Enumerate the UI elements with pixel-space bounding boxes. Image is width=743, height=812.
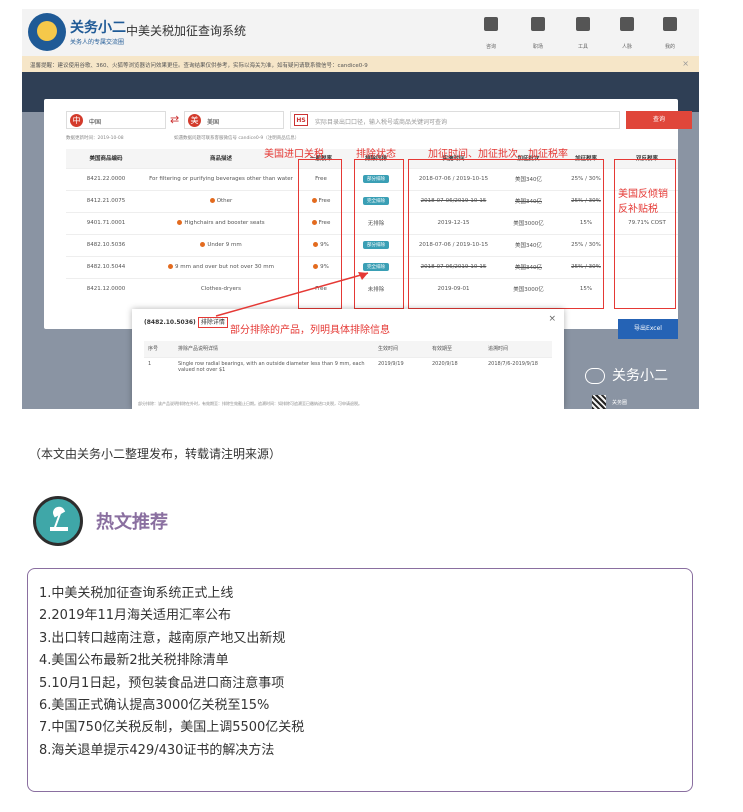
brand-name: 关务小二 [70, 20, 126, 36]
rate-highlight [298, 159, 342, 309]
warning-dot-icon [209, 198, 215, 203]
list-item[interactable]: 3.出口转口越南注意，越南原产地又出新规 [39, 628, 304, 650]
cell-desc: Under 9 mm [146, 233, 296, 256]
cell-code: 8412.21.0075 [66, 189, 146, 212]
update-time: 数据更新时间：2019-10-08 [66, 136, 124, 141]
system-title: 中美关税加征查询系统 [126, 24, 247, 38]
modal-title: (8482.10.5036) 排除详情 [144, 317, 228, 328]
time-highlight [408, 159, 604, 309]
recommend-list: 1.中美关税加征查询系统正式上线 2.2019年11月海关适用汇率公布 3.出口… [39, 583, 304, 762]
watermark-small: 关务圈 [612, 400, 628, 406]
logo-icon [28, 13, 66, 51]
time-annotation: 加征时间、加征批次、加征税率 [428, 149, 568, 160]
cell-desc: Highchairs and booster seats [146, 211, 296, 234]
qr-code-icon [592, 395, 606, 409]
modal-footnote: 部分排除：该产品说明排除在外时，有效期至：排除生效截止日期。追溯时间：如排除可追… [138, 401, 362, 406]
user-icon [663, 17, 677, 31]
cvd-annotation: 美国反倾销反补贴税 [618, 189, 668, 215]
nav-contacts[interactable]: 人脉 [609, 15, 645, 51]
cell-code: 8421.12.0000 [66, 277, 146, 300]
notice-text: 温馨提醒：建议使用谷歌、360、火狐等浏览器访问效果更佳。查询结果仅供参考，实际… [30, 63, 368, 69]
rate-annotation: 美国进口关税 [264, 149, 324, 160]
partial-annotation: 部分排除的产品，列明具体排除信息 [230, 325, 390, 336]
watermark: 关务小二 [612, 368, 668, 384]
recommend-title: 热文推荐 [96, 512, 168, 533]
list-item[interactable]: 4.美国公布最新2批关税排除清单 [39, 650, 304, 672]
cell-code: 9401.71.0001 [66, 211, 146, 234]
table-row: 1 Single row radial bearings, with an ou… [144, 356, 552, 376]
cell-code: 8482.10.5036 [66, 233, 146, 256]
query-button[interactable]: 查询 [626, 111, 692, 129]
export-excel-button[interactable]: 导出Excel [618, 319, 678, 339]
exclusion-highlight [354, 159, 404, 309]
wechat-icon [585, 368, 605, 384]
exclusion-annotation: 排除状态 [356, 149, 396, 160]
nav-me[interactable]: 我的 [652, 15, 688, 51]
list-item[interactable]: 1.中美关税加征查询系统正式上线 [39, 583, 304, 605]
contact-note: 如遇数据问题可联系客服微信号 candice0-9（注明商品信息） [174, 136, 300, 141]
dest-select[interactable]: 美 美国 [184, 111, 284, 129]
close-icon[interactable]: × [682, 59, 689, 68]
nav-tools[interactable]: 工具 [565, 15, 601, 51]
screenshot-area: 关务小二 关务人的专属交流圈 中美关税加征查询系统 咨询 职场 工具 人脉 我的… [22, 9, 699, 409]
cell-code: 8421.22.0000 [66, 167, 146, 190]
list-item[interactable]: 2.2019年11月海关适用汇率公布 [39, 605, 304, 627]
list-item[interactable]: 5.10月1日起，预包装食品进口商注意事项 [39, 673, 304, 695]
nav-jobs[interactable]: 职场 [520, 15, 556, 51]
hs-search-input[interactable]: HS 实际目录出口口径，输入税号或商品关键词可查询 [290, 111, 620, 129]
top-bar: 关务小二 关务人的专属交流圈 中美关税加征查询系统 咨询 职场 工具 人脉 我的 [22, 9, 699, 57]
list-item[interactable]: 6.美国正式确认提高3000亿关税至15% [39, 695, 304, 717]
cell-desc: 9 mm and over but not over 30 mm [146, 255, 296, 278]
hs-tag: HS [294, 114, 308, 126]
cell-desc: Other [146, 189, 296, 212]
origin-select[interactable]: 中 中国 [66, 111, 166, 129]
people-icon [620, 17, 634, 31]
dest-flag-icon: 美 [188, 114, 201, 127]
tools-icon [576, 17, 590, 31]
warning-dot-icon [177, 220, 183, 225]
nav-news[interactable]: 咨询 [473, 15, 509, 51]
notice-bar: 温馨提醒：建议使用谷歌、360、火狐等浏览器访问效果更佳。查询结果仅供参考，实际… [22, 56, 699, 72]
warning-dot-icon [168, 264, 174, 269]
warning-dot-icon [200, 242, 206, 247]
modal-close-icon[interactable]: × [548, 314, 556, 324]
list-item[interactable]: 8.海关退单提示429/430证书的解决方法 [39, 740, 304, 762]
source-note: （本文由关务小二整理发布，转载请注明来源） [29, 447, 282, 461]
news-icon [484, 17, 498, 31]
cell-desc: Clothes-dryers [146, 277, 296, 300]
cell-code: 8482.10.5044 [66, 255, 146, 278]
briefcase-icon [531, 17, 545, 31]
cvd-highlight [614, 159, 676, 309]
modal-table: 序号 排除产品说明详情 生效时间 有效期至 追溯时间 1 Single row … [144, 341, 552, 376]
cell-desc: For filtering or purifying beverages oth… [146, 167, 296, 190]
brand-subtitle: 关务人的专属交流圈 [70, 39, 125, 46]
swap-icon[interactable]: ⇄ [170, 113, 179, 126]
list-item[interactable]: 7.中国750亿关税反制，美国上调5500亿关税 [39, 717, 304, 739]
origin-flag-icon: 中 [70, 114, 83, 127]
